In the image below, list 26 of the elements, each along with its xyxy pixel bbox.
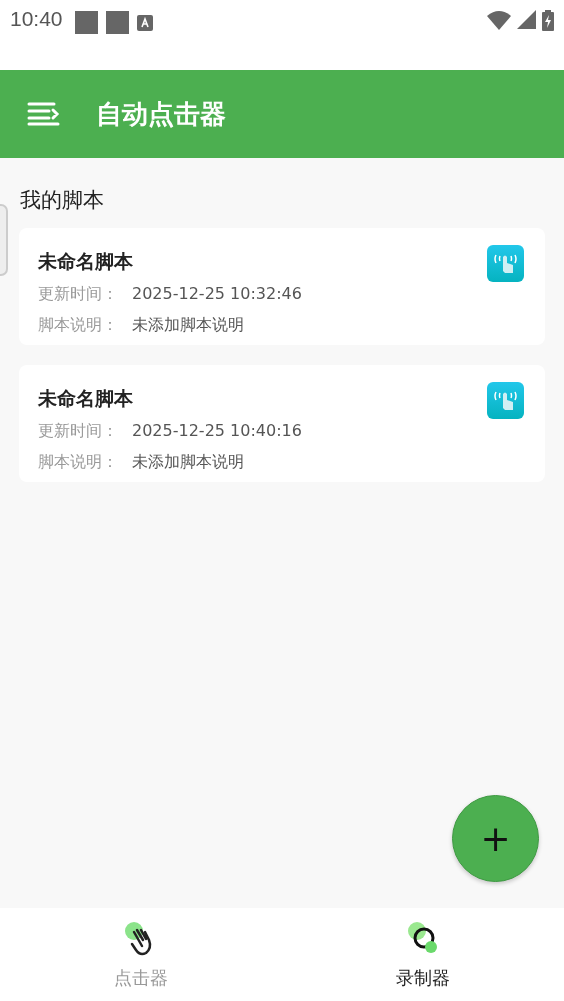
field-label: 更新时间： xyxy=(38,420,118,442)
signal-icon xyxy=(517,10,536,29)
wifi-icon xyxy=(487,10,511,30)
app-title: 自动点击器 xyxy=(96,97,226,131)
tap-icon[interactable] xyxy=(487,382,524,419)
menu-icon[interactable] xyxy=(27,102,60,126)
field-label: 脚本说明： xyxy=(38,451,118,473)
tap-icon[interactable] xyxy=(487,245,524,282)
notification-icon xyxy=(105,11,129,34)
section-title: 我的脚本 xyxy=(20,187,105,214)
keyboard-icon xyxy=(136,15,153,31)
status-time: 10:40 xyxy=(10,6,63,32)
field-label: 更新时间： xyxy=(38,283,118,305)
script-name: 未命名脚本 xyxy=(38,386,133,411)
script-description: 未添加脚本说明 xyxy=(132,451,244,473)
update-time: 2025-12-25 10:32:46 xyxy=(132,283,302,305)
script-card[interactable]: 未命名脚本 更新时间： 2025-12-25 10:40:16 脚本说明： 未添加脚本说明 xyxy=(19,365,545,482)
script-card[interactable]: 未命名脚本 更新时间： 2025-12-25 10:32:46 脚本说明： 未添加脚本说明 xyxy=(19,228,545,345)
nav-tab[interactable]: 录制器 xyxy=(282,908,564,1001)
script-name: 未命名脚本 xyxy=(38,249,133,274)
field-label: 脚本说明： xyxy=(38,314,118,336)
update-time: 2025-12-25 10:40:16 xyxy=(132,420,302,442)
battery-icon xyxy=(542,10,554,31)
script-description: 未添加脚本说明 xyxy=(132,314,244,336)
add-button[interactable]: + xyxy=(452,795,539,882)
notification-icon xyxy=(74,11,98,34)
